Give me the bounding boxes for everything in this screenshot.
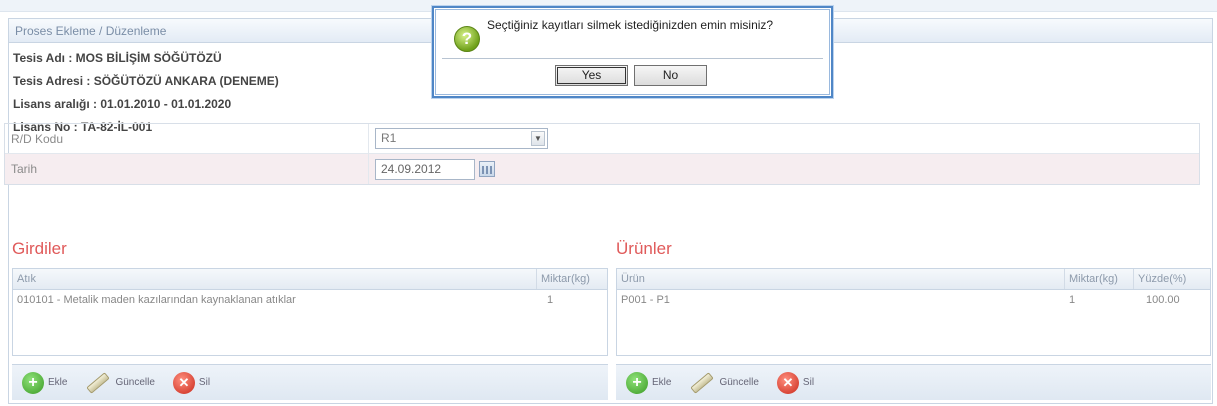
cell-waste: 010101 - Metalik maden kazılarından kayn… [17, 294, 296, 306]
products-grid-header: Ürün Miktar(kg) Yüzde(%) [617, 269, 1210, 290]
products-toolbar: + Ekle Güncelle ✕ Sil [616, 364, 1211, 400]
products-add-button[interactable]: + Ekle [626, 371, 672, 394]
rd-code-value: R1 [381, 131, 397, 145]
delete-label: Sil [802, 377, 815, 388]
rd-code-label: R/D Kodu [5, 124, 369, 153]
table-row[interactable]: 010101 - Metalik maden kazılarından kayn… [13, 290, 607, 311]
edit-label: Güncelle [115, 377, 155, 388]
date-row: Tarih 24.09.2012 [5, 154, 1199, 184]
column-header-percent[interactable]: Yüzde(%) [1134, 269, 1210, 289]
products-delete-button[interactable]: ✕ Sil [776, 371, 815, 394]
products-grid: Ürün Miktar(kg) Yüzde(%) P001 - P1 1 100… [616, 268, 1211, 356]
products-edit-button[interactable]: Güncelle [689, 371, 759, 394]
cell-percent: 100.00 [1146, 294, 1180, 306]
rd-code-row: R/D Kodu R1 ▼ [5, 124, 1199, 154]
plus-icon: + [22, 371, 44, 394]
dialog-divider [442, 58, 823, 59]
question-icon: ? [454, 26, 480, 52]
inputs-delete-button[interactable]: ✕ Sil [172, 371, 211, 394]
table-row[interactable]: P001 - P1 1 100.00 [617, 290, 1210, 311]
cell-amount: 1 [1069, 294, 1076, 306]
inputs-edit-button[interactable]: Güncelle [85, 371, 155, 394]
pencil-icon [689, 371, 715, 394]
process-form: R/D Kodu R1 ▼ Tarih 24.09.2012 [4, 123, 1200, 185]
yes-button[interactable]: Yes [555, 65, 628, 86]
edit-label: Güncelle [719, 377, 759, 388]
inputs-title: Girdiler [12, 239, 67, 258]
cell-product: P001 - P1 [621, 294, 670, 306]
cell-amount: 1 [547, 294, 554, 306]
calendar-icon[interactable] [479, 161, 495, 177]
inputs-add-button[interactable]: + Ekle [22, 371, 68, 394]
column-header-amount[interactable]: Miktar(kg) [537, 269, 607, 289]
delete-icon: ✕ [776, 371, 799, 394]
delete-icon: ✕ [172, 371, 195, 394]
no-button[interactable]: No [634, 65, 707, 86]
date-label: Tarih [5, 154, 369, 184]
plus-icon: + [626, 371, 648, 394]
confirm-dialog: ? Seçtiğiniz kayıtları silmek istediğini… [432, 6, 833, 98]
date-input[interactable]: 24.09.2012 [375, 158, 475, 180]
column-header-waste[interactable]: Atık [13, 269, 537, 289]
inputs-grid: Atık Miktar(kg) 010101 - Metalik maden k… [12, 268, 608, 356]
inputs-grid-header: Atık Miktar(kg) [13, 269, 607, 290]
pencil-icon [85, 371, 111, 394]
rd-code-select[interactable]: R1 ▼ [375, 128, 548, 149]
inputs-toolbar: + Ekle Güncelle ✕ Sil [12, 364, 608, 400]
chevron-down-icon[interactable]: ▼ [531, 131, 545, 146]
products-title: Ürünler [616, 239, 672, 258]
dialog-message: Seçtiğiniz kayıtları silmek istediğinizd… [487, 18, 774, 32]
column-header-product[interactable]: Ürün [617, 269, 1065, 289]
add-label: Ekle [48, 377, 68, 388]
delete-label: Sil [198, 377, 211, 388]
column-header-amount[interactable]: Miktar(kg) [1065, 269, 1134, 289]
add-label: Ekle [652, 377, 672, 388]
